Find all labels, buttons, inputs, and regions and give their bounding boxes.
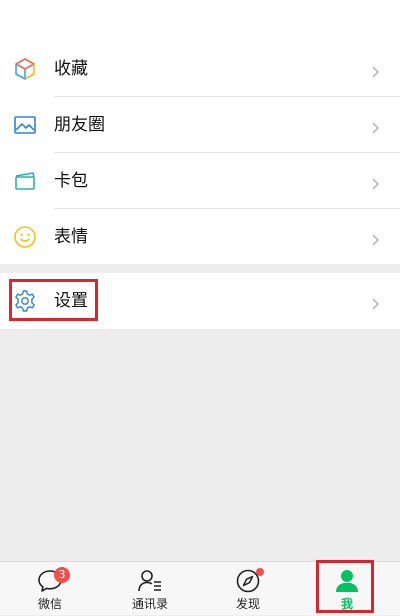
settings-group: 设置 [0,273,400,329]
menu-item-label: 朋友圈 [54,115,105,135]
menu-item-label: 卡包 [54,171,88,191]
tab-me[interactable]: 我 [297,562,397,616]
sticker-smiley-icon [13,225,37,249]
menu-item-label: 表情 [54,227,88,247]
chevron-right-icon [372,231,380,246]
chevron-right-icon [372,175,380,190]
chevron-right-icon [372,63,380,78]
tab-contacts[interactable]: 通讯录 [100,562,200,616]
unread-badge: 3 [54,567,70,583]
menu-item-favorites[interactable]: 收藏 [0,41,400,97]
bottom-tab-bar: 3 微信 通讯录 发现 我 [0,561,400,615]
tab-label: 微信 [37,597,62,611]
contacts-icon [137,568,163,594]
chevron-right-icon [372,119,380,134]
menu-item-moments[interactable]: 朋友圈 [0,97,400,153]
menu-item-label: 设置 [54,291,88,311]
moments-image-icon [13,113,37,137]
tab-chats[interactable]: 3 微信 [0,562,100,616]
chevron-right-icon [372,295,380,310]
tab-label: 发现 [235,597,260,611]
tab-label: 通讯录 [131,597,168,611]
menu-item-label: 收藏 [54,59,88,79]
menu-item-cards[interactable]: 卡包 [0,153,400,209]
new-moment-dot [256,568,264,576]
menu-item-settings[interactable]: 设置 [0,273,400,329]
tab-label: 我 [340,597,353,611]
gear-icon [13,289,37,313]
person-icon [334,568,360,594]
favorites-cube-icon [13,57,37,81]
menu-item-stickers[interactable]: 表情 [0,209,400,265]
cards-wallet-icon [13,169,37,193]
tab-discover[interactable]: 发现 [198,562,298,616]
discover-list: 收藏 朋友圈 卡包 表情 [0,0,400,264]
